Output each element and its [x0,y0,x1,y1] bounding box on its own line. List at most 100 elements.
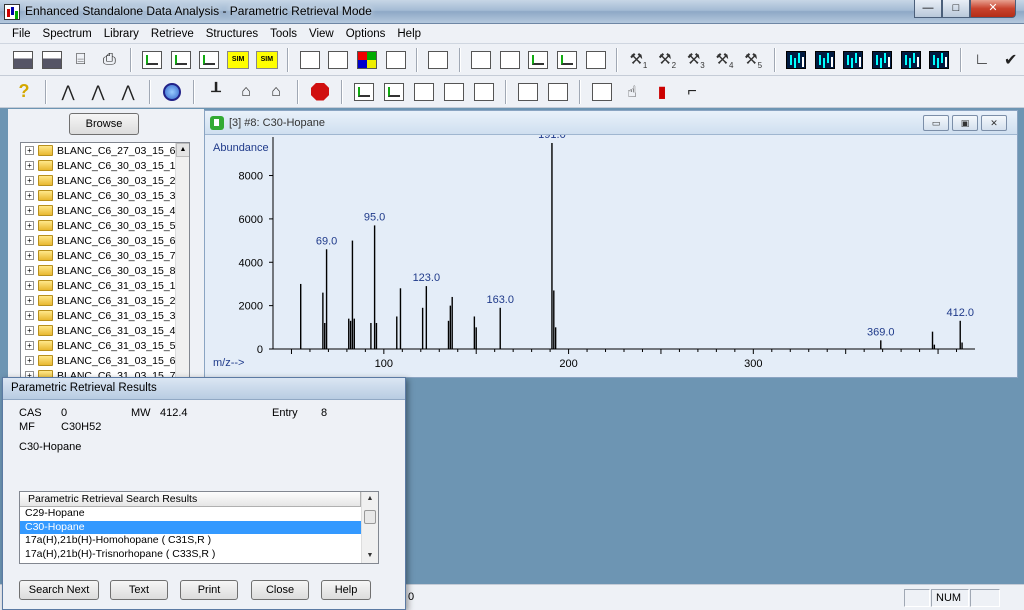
spec-view-5-button[interactable] [897,47,924,73]
spectrum-tool-1-button[interactable] [139,47,166,73]
browse-button[interactable]: Browse [69,113,139,135]
curve-button[interactable] [525,47,552,73]
tree-item[interactable]: + BLANC_C6_30_03_15_3. [21,188,189,203]
expand-icon[interactable]: + [25,356,34,365]
expand-icon[interactable]: + [25,326,34,335]
menu-spectrum[interactable]: Spectrum [37,28,98,40]
plot-2-button[interactable] [380,79,408,105]
peak-shape-3-button[interactable]: ⋀ [114,79,142,105]
flag-button[interactable]: ▮ [648,79,676,105]
doc-2-button[interactable] [440,79,468,105]
expand-icon[interactable]: + [25,146,34,155]
peak-shape-2-button[interactable]: ⋀ [84,79,112,105]
doc-1-button[interactable] [410,79,438,105]
tree-item[interactable]: + BLANC_C6_31_03_15_6. [21,353,189,368]
cursor-button[interactable]: ⌐ [678,79,706,105]
stop-button[interactable] [306,79,334,105]
tree-item[interactable]: + BLANC_C6_27_03_15_6. [21,143,189,158]
doc-3-button[interactable] [470,79,498,105]
sort-button[interactable] [588,79,616,105]
bars-button[interactable]: ┸ [202,79,230,105]
tree-item[interactable]: + BLANC_C6_31_03_15_4. [21,323,189,338]
sim-2-button[interactable]: SIM [254,47,281,73]
export-button[interactable] [325,47,352,73]
spectrum-window-titlebar[interactable]: [3] #8: C30-Hopane ▭ ▣ ✕ [205,111,1017,135]
tree-item[interactable]: + BLANC_C6_30_03_15_5. [21,218,189,233]
peak-button[interactable] [554,47,581,73]
hand-button[interactable]: ☝ [618,79,646,105]
close-button[interactable]: ✕ [970,0,1016,18]
menu-file[interactable]: File [6,28,37,40]
expand-icon[interactable]: + [25,281,34,290]
tree-item[interactable]: + BLANC_C6_30_03_15_7. [21,248,189,263]
tree-item[interactable]: + BLANC_C6_31_03_15_2. [21,293,189,308]
hammer-2-button[interactable]: ⚒2 [654,47,681,73]
spec-view-2-button[interactable] [811,47,838,73]
spec-view-6-button[interactable] [926,47,953,73]
list-item[interactable]: 17a(H),21b(H)-Trisnorhopane ( C33S,R ) [20,548,361,562]
list-item[interactable]: C29-Hopane [20,507,361,521]
report-2-button[interactable] [544,79,572,105]
results-list-header[interactable]: Parametric Retrieval Search Results [20,492,361,507]
expand-icon[interactable]: + [25,311,34,320]
tree-item[interactable]: + BLANC_C6_31_03_15_5. [21,338,189,353]
text-button[interactable]: Text [110,580,168,600]
expand-icon[interactable]: + [25,191,34,200]
hammer-5-button[interactable]: ⚒5 [740,47,767,73]
color-button[interactable] [354,47,381,73]
sim-button[interactable]: SIM [225,47,252,73]
spec-view-4-button[interactable] [869,47,896,73]
expand-icon[interactable]: + [25,236,34,245]
open-library-button[interactable] [39,47,66,73]
spectrum-tool-2-button[interactable] [167,47,194,73]
help-dialog-button[interactable]: Help [321,580,371,600]
globe-button[interactable] [158,79,186,105]
scroll-up-icon[interactable]: ▲ [362,492,378,506]
copy-button[interactable] [296,47,323,73]
report-button[interactable] [514,79,542,105]
tree-item[interactable]: + BLANC_C6_31_03_15_1. [21,278,189,293]
baseline-button[interactable] [582,47,609,73]
tree-item[interactable]: + BLANC_C6_30_03_15_4. [21,203,189,218]
axis-button[interactable]: ∟ [969,47,996,73]
hammer-3-button[interactable]: ⚒3 [682,47,709,73]
results-scrollbar[interactable]: ▲ ▼ [361,492,378,563]
scroll-thumb[interactable] [364,510,376,524]
peak-shape-1-button[interactable]: ⋀ [54,79,82,105]
open-data-button[interactable] [10,47,37,73]
tree-item[interactable]: + BLANC_C6_30_03_15_1. [21,158,189,173]
expand-icon[interactable]: + [25,341,34,350]
menu-structures[interactable]: Structures [200,28,264,40]
plot-1-button[interactable] [350,79,378,105]
close-dialog-button[interactable]: Close [251,580,309,600]
note-button[interactable] [425,47,452,73]
hammer-1-button[interactable]: ⚒1 [625,47,652,73]
tree-item[interactable]: + BLANC_C6_30_03_15_2. [21,173,189,188]
spec-view-1-button[interactable] [783,47,810,73]
menu-options[interactable]: Options [340,28,392,40]
tree-scrollbar[interactable]: ▲ [175,143,189,381]
tape-button[interactable]: ⌸ [67,47,94,73]
expand-icon[interactable]: + [25,296,34,305]
spectrum-maximize-button[interactable]: ▣ [952,115,978,131]
mass-spectrum-plot[interactable]: Abundance m/z--> 0 2000 4000 6000 8000 100 200… [205,135,1017,377]
list-item[interactable]: 17a(H),21b(H)-Homohopane ( C31S,R ) [20,534,361,548]
menu-view[interactable]: View [303,28,340,40]
search-next-button[interactable]: Search Next [19,580,99,600]
image-button[interactable] [468,47,495,73]
library-2-button[interactable]: ⌂ [262,79,290,105]
menu-retrieve[interactable]: Retrieve [145,28,200,40]
spectrum-tool-3-button[interactable] [196,47,223,73]
tree-item[interactable]: + BLANC_C6_30_03_15_8. [21,263,189,278]
tree-item[interactable]: + BLANC_C6_30_03_15_6. [21,233,189,248]
maximize-button[interactable]: □ [942,0,970,18]
scroll-up-icon[interactable]: ▲ [176,143,189,157]
help-button[interactable]: ? [10,79,38,105]
list-item-selected[interactable]: C30-Hopane [20,520,361,534]
check-axis-button[interactable]: ✔ [997,47,1024,73]
expand-icon[interactable]: + [25,251,34,260]
spec-view-3-button[interactable] [840,47,867,73]
print-button[interactable]: ⎙ [96,47,123,73]
hammer-4-button[interactable]: ⚒4 [711,47,738,73]
expand-icon[interactable]: + [25,221,34,230]
